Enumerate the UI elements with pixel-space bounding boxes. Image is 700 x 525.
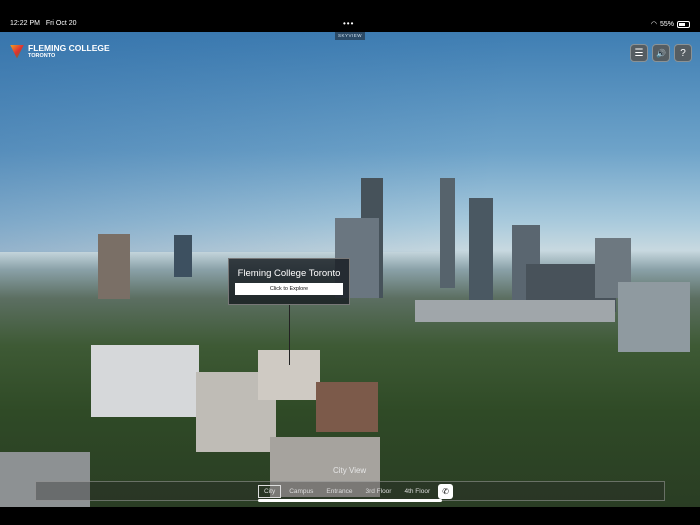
multitask-dots[interactable]: ••• [343,19,354,28]
status-time: 12:22 PM Fri Oct 20 [10,20,77,27]
toolbar: ☰ 🔊 ? [630,44,692,62]
nav-campus[interactable]: Campus [284,486,318,497]
battery-status: ◠ 55% [651,20,690,28]
city-panorama[interactable]: SKYVIEW FLEMING COLLEGE TORONTO ☰ 🔊 ? Fle… [0,32,700,507]
explore-button[interactable]: Click to Explore [235,283,343,295]
hotspot-popup: Fleming College Toronto Click to Explore [228,258,350,305]
status-bar: 12:22 PM Fri Oct 20 ••• ◠ 55% [0,0,700,32]
help-icon[interactable]: ? [674,44,692,62]
nav-3rd-floor[interactable]: 3rd Floor [360,486,396,497]
fleming-logo[interactable]: FLEMING COLLEGE TORONTO [10,44,110,59]
nav-entrance[interactable]: Entrance [321,486,357,497]
skyview-tag: SKYVIEW [335,32,366,40]
battery-icon [677,20,690,28]
nav-city[interactable]: City [258,484,282,498]
hotspot-pin [289,305,290,365]
view-nav: City Campus Entrance 3rd Floor 4th Floor… [35,481,665,501]
nav-4th-floor[interactable]: 4th Floor [399,486,435,497]
list-icon[interactable]: ☰ [630,44,648,62]
logo-mark-icon [10,44,24,59]
hotspot-title: Fleming College Toronto [237,268,341,279]
home-indicator[interactable] [258,499,442,502]
view-label: City View [333,466,367,475]
phone-icon[interactable]: ✆ [438,483,454,499]
speaker-icon[interactable]: 🔊 [652,44,670,62]
wifi-icon: ◠ [650,21,657,28]
